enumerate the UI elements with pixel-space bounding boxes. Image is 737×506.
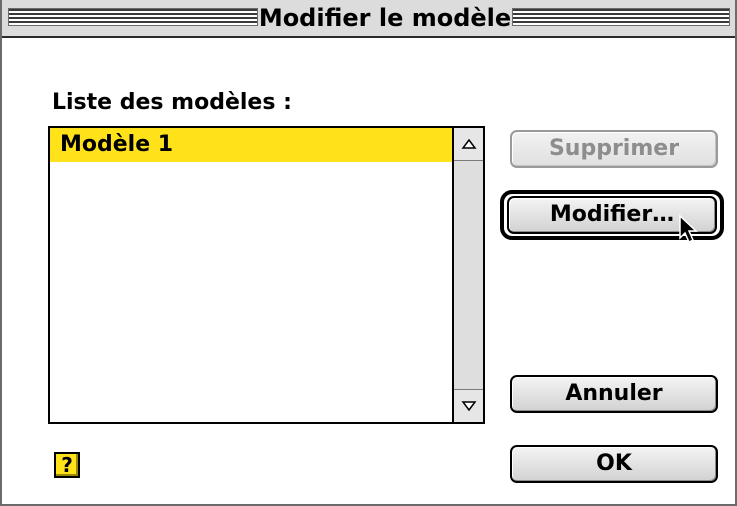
list-item-modele-1[interactable]: Modèle 1 [50,128,452,162]
scroll-down-arrow-icon[interactable] [454,389,483,422]
model-list-area[interactable]: Modèle 1 [50,128,452,422]
scroll-up-arrow-icon[interactable] [454,128,483,161]
modifier-le-modele-dialog: Modifier le modèle Liste des modèles : M… [0,0,737,506]
list-scrollbar[interactable] [452,128,483,422]
help-question-icon[interactable]: ? [54,452,80,478]
window-title: Modifier le modèle [258,3,512,33]
ok-button[interactable]: OK [510,445,718,483]
model-list[interactable]: Modèle 1 [48,126,485,424]
scroll-track[interactable] [454,161,483,389]
supprimer-button[interactable]: Supprimer [510,130,718,168]
title-bar[interactable]: Modifier le modèle [2,0,735,38]
annuler-button[interactable]: Annuler [510,375,718,413]
title-bar-stripes-left [8,8,258,26]
title-bar-stripes-right [512,8,730,26]
arrow-cursor-icon [679,214,698,244]
list-label: Liste des modèles : [52,90,292,115]
